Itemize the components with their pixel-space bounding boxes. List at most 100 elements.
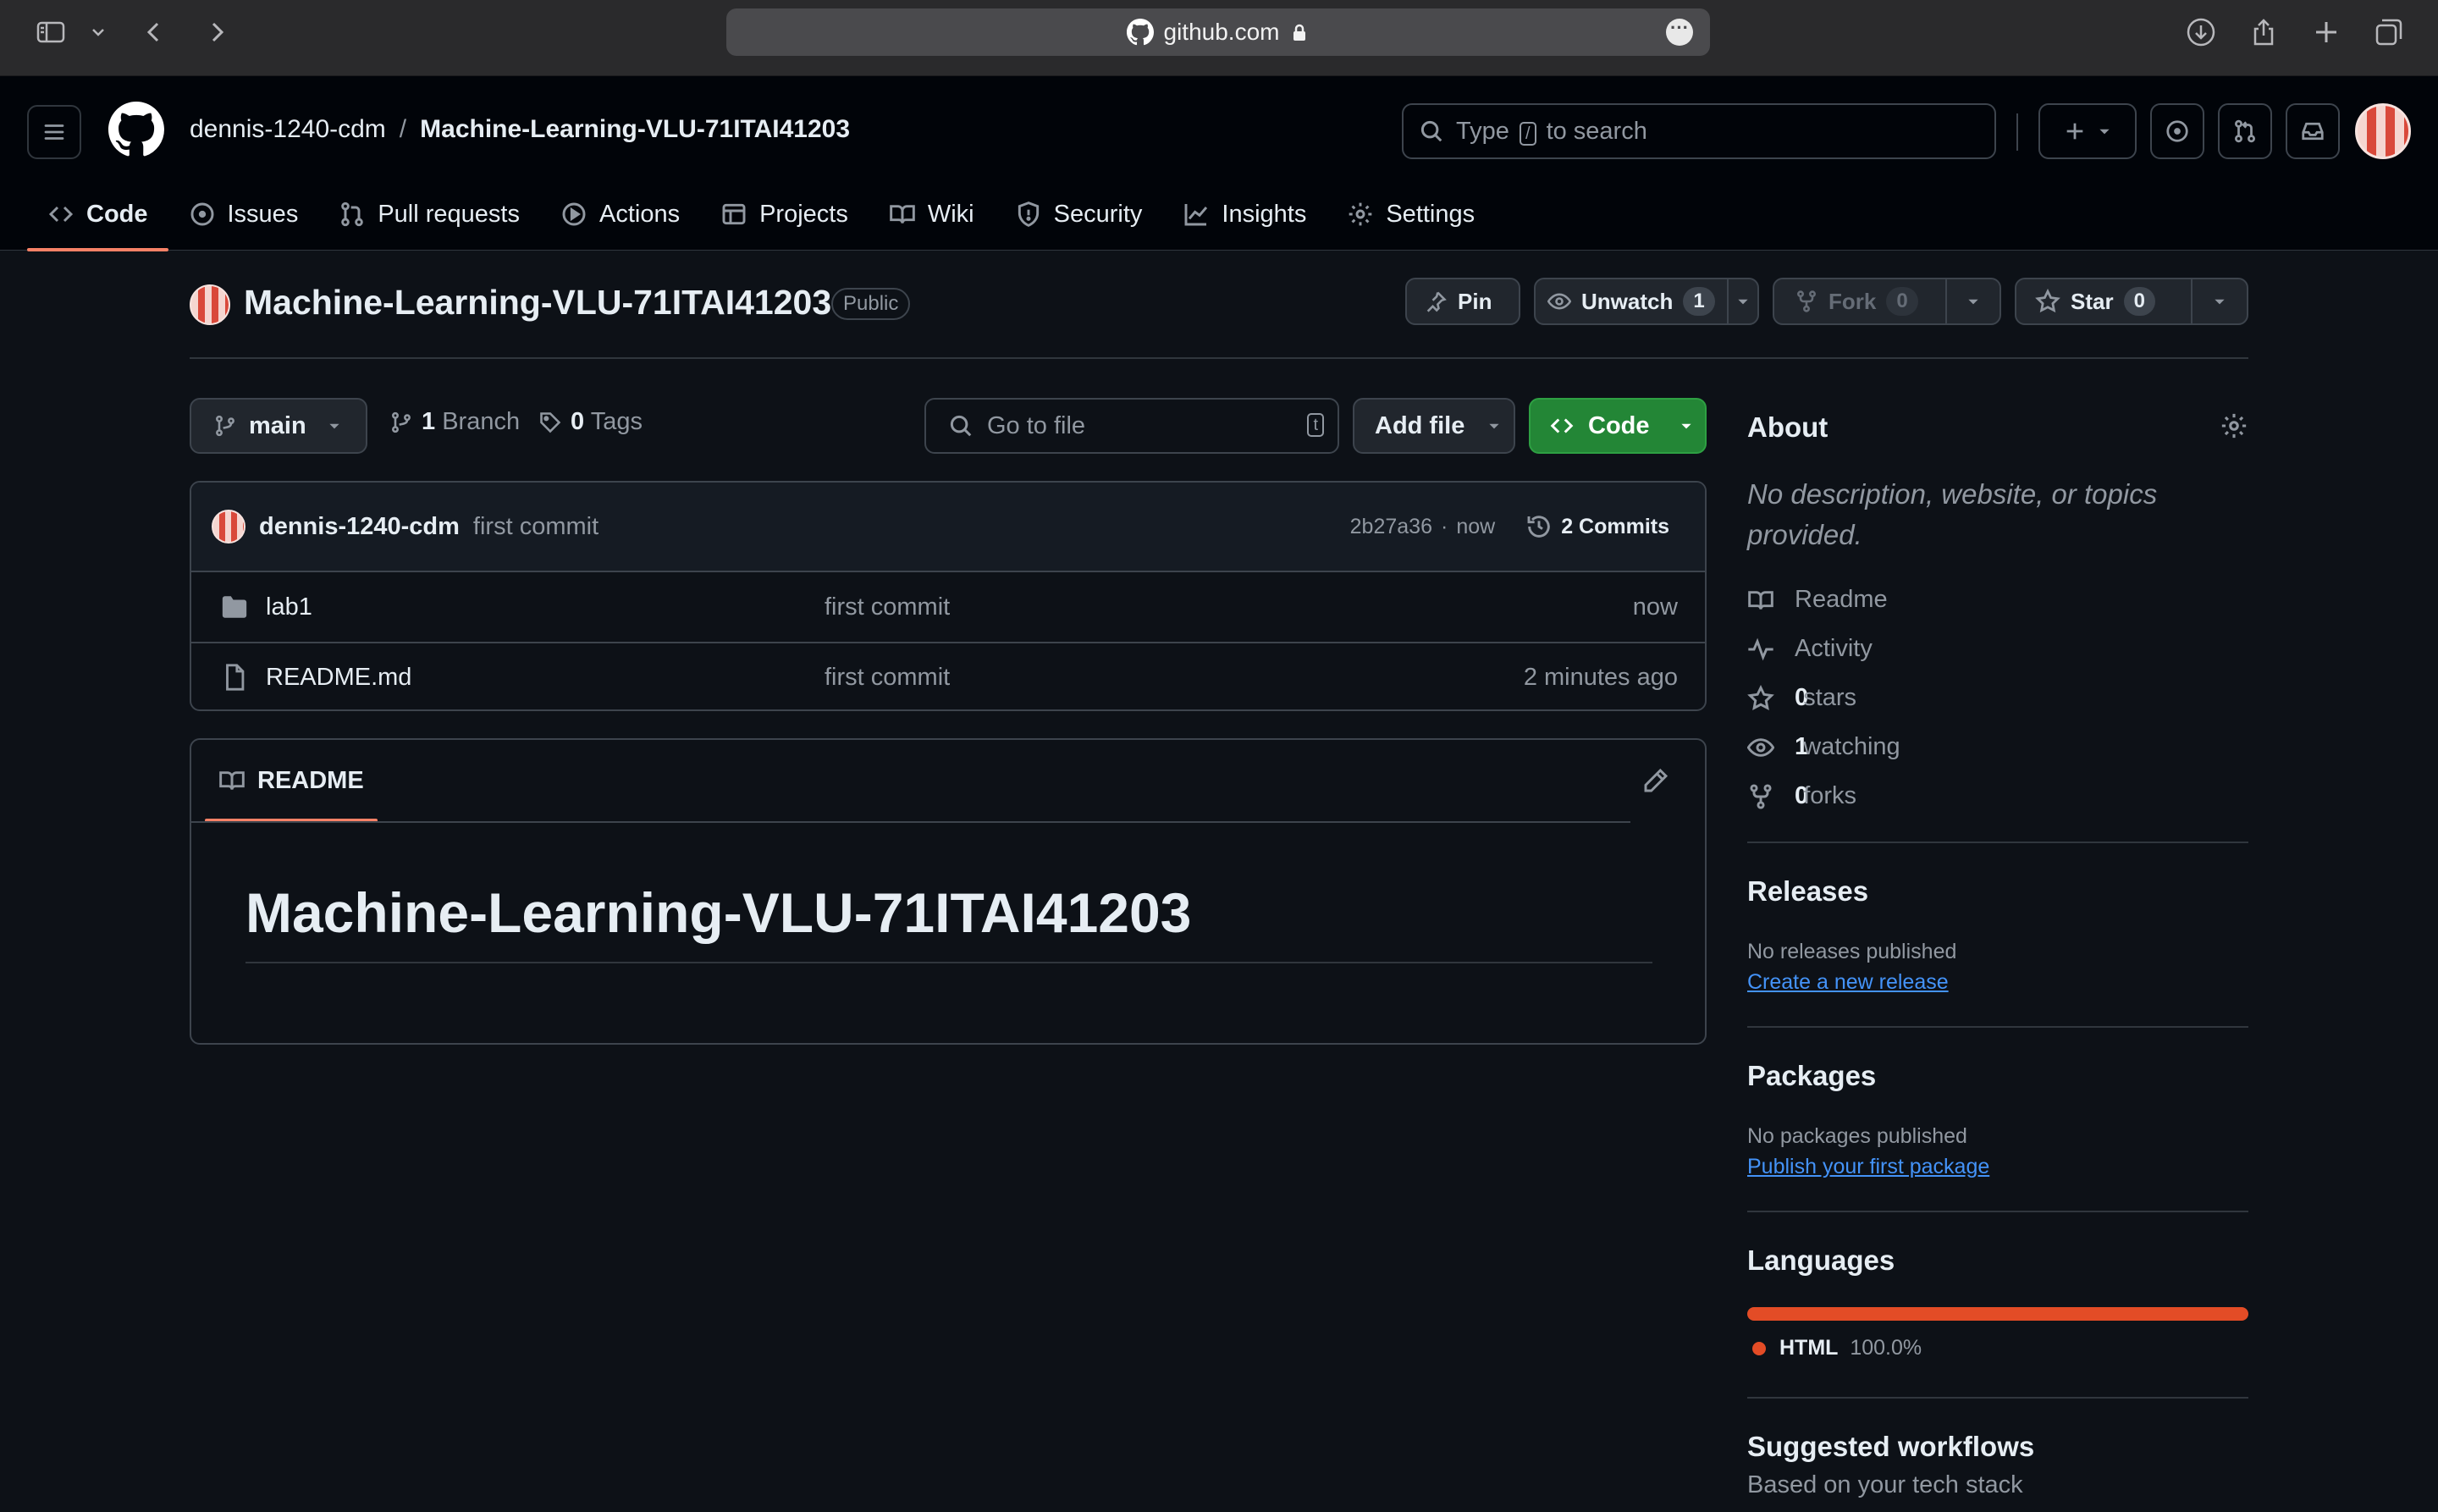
lock-icon [1289,22,1310,42]
table-row[interactable]: README.md first commit 2 minutes ago [191,642,1705,709]
branch-icon [392,411,411,433]
tab-insights[interactable]: Insights [1162,178,1327,251]
table-row[interactable]: lab1 first commit now [191,572,1705,642]
about-description: No description, website, or topics provi… [1747,478,2158,550]
pencil-icon[interactable] [1642,767,1669,794]
workflows-section: Suggested workflows [1747,1431,2248,1463]
watch-button[interactable]: Unwatch 1 [1534,278,1759,325]
branch-selector[interactable]: main [190,398,367,454]
search-placeholder-before: Type [1456,117,1509,145]
pin-icon [1426,291,1447,312]
search-icon [950,415,972,437]
file-commit-message[interactable]: first commit [825,664,950,692]
tab-code[interactable]: Code [27,178,168,251]
gear-icon[interactable] [2220,411,2248,440]
tab-label: Wiki [927,200,974,228]
file-name[interactable]: lab1 [266,593,312,621]
star-icon [1747,684,1774,710]
address-bar[interactable]: github.com ··· [726,8,1710,56]
plus-icon [2066,123,2083,140]
fork-button[interactable]: Fork 0 [1773,278,2001,325]
language-bar [1747,1307,2248,1321]
tab-settings[interactable]: Settings [1327,178,1495,251]
forks-label: forks [1803,782,1857,809]
tab-wiki[interactable]: Wiki [869,178,995,251]
branches-link[interactable]: 1 Branch [389,408,520,436]
fork-label: Fork [1828,288,1877,314]
tab-actions[interactable]: Actions [540,178,700,251]
activity-link[interactable]: Activity [1747,635,1873,663]
file-commit-message[interactable]: first commit [825,593,950,621]
stars-link[interactable]: 0 stars [1747,684,1856,712]
go-to-file-placeholder: Go to file [987,411,1086,439]
file-name[interactable]: README.md [266,664,411,692]
share-icon[interactable] [2248,17,2279,47]
workflows-title: Suggested workflows [1747,1431,2035,1462]
create-release-link[interactable]: Create a new release [1747,970,1949,995]
menu-button[interactable] [27,105,81,159]
table-icon [722,203,746,225]
inbox-button[interactable] [2286,103,2340,159]
tab-issues[interactable]: Issues [168,178,319,251]
issue-icon [190,202,213,226]
divider [1747,1397,2248,1399]
avatar[interactable] [212,510,245,544]
code-button[interactable]: Code [1529,398,1707,454]
readme-link[interactable]: Readme [1747,586,1888,614]
branch-label: Branch [442,408,521,435]
pin-button[interactable]: Pin [1405,278,1520,325]
issues-button[interactable] [2150,103,2204,159]
create-new-button[interactable] [2038,103,2137,159]
packages-title[interactable]: Packages [1747,1060,2248,1092]
github-logo-icon[interactable] [108,102,164,157]
commit-hash[interactable]: 2b27a36 [1350,515,1432,539]
download-icon[interactable] [2186,17,2216,47]
url-text: github.com [1163,19,1280,45]
go-to-file-input[interactable]: Go to file t [924,398,1339,454]
readme-heading: Machine-Learning-VLU-71ITAI41203 [245,881,1192,944]
add-file-button[interactable]: Add file [1353,398,1515,454]
search-input[interactable]: Type / to search [1402,103,1996,159]
more-options-icon[interactable]: ··· [1666,19,1693,46]
sidebar-toggle-icon[interactable] [36,17,66,47]
breadcrumb-repo[interactable]: Machine-Learning-VLU-71ITAI41203 [420,115,850,144]
inbox-icon [2302,122,2324,141]
chevron-down-icon[interactable] [88,17,108,47]
releases-title[interactable]: Releases [1747,875,2248,908]
tab-overview-icon[interactable] [2374,17,2404,47]
about-title: About [1747,411,1828,443]
forward-icon[interactable] [201,17,232,47]
tab-label: Pull requests [378,200,520,228]
tab-projects[interactable]: Projects [700,178,869,251]
language-item[interactable]: HTML 100.0% [1752,1336,1922,1360]
new-tab-icon[interactable] [2311,17,2341,47]
tab-pull-requests[interactable]: Pull requests [318,178,540,251]
header-divider [2016,113,2018,151]
repo-owner-avatar[interactable] [190,284,230,325]
pull-requests-button[interactable] [2218,103,2272,159]
back-icon[interactable] [139,17,169,47]
book-icon [219,771,245,790]
fork-dropdown[interactable] [1945,279,1999,323]
packages-note: No packages published [1747,1124,1967,1148]
tag-icon [540,411,561,433]
tab-label: Projects [759,200,848,228]
tab-security[interactable]: Security [995,178,1163,251]
watch-dropdown[interactable] [1726,279,1757,323]
commits-link[interactable]: 2 Commits [1525,513,1669,540]
watchers-link[interactable]: 1 watching [1747,733,1900,761]
star-button[interactable]: Star 0 [2015,278,2248,325]
code-button-label: Code [1588,411,1650,439]
page-title[interactable]: Machine-Learning-VLU-71ITAI41203 [244,283,831,323]
star-dropdown[interactable] [2191,279,2247,323]
commit-message[interactable]: first commit [473,513,598,541]
avatar[interactable] [2355,103,2411,159]
tags-link[interactable]: 0 Tags [538,408,643,436]
readme-tab[interactable]: README [205,740,378,822]
fork-count: 0 [1886,287,1918,316]
packages-section: Packages [1747,1060,2248,1092]
commit-author[interactable]: dennis-1240-cdm [259,513,460,541]
breadcrumb-owner[interactable]: dennis-1240-cdm [190,115,386,144]
publish-package-link[interactable]: Publish your first package [1747,1155,1989,1179]
forks-link[interactable]: 0 forks [1747,782,1856,810]
